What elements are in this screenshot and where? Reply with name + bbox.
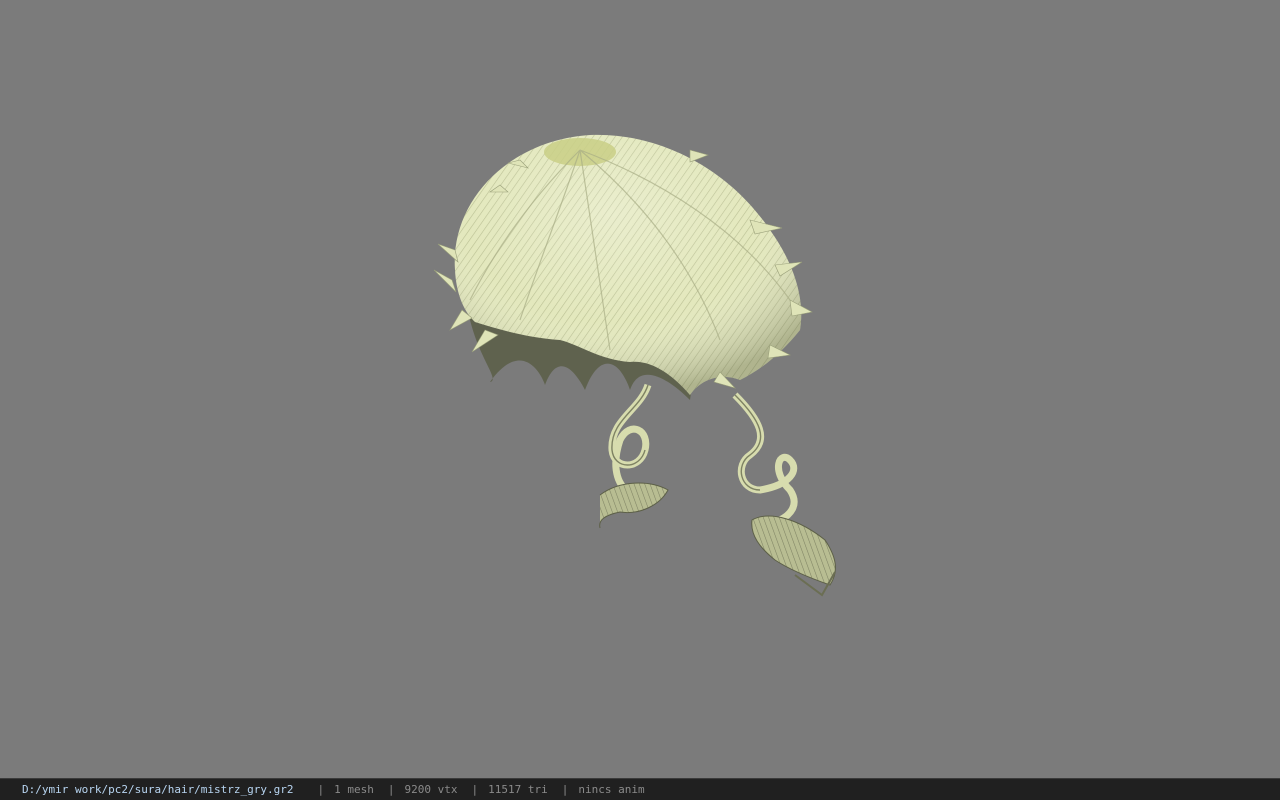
vertex-count-label: 9200 vtx	[404, 783, 458, 796]
animation-status-label: nincs anim	[578, 783, 645, 796]
hair-model-render[interactable]	[0, 0, 1280, 778]
mesh-count-label: 1 mesh	[334, 783, 374, 796]
triangle-count-label: 11517 tri	[488, 783, 548, 796]
status-bar: D:/ymir work/pc2/sura/hair/mistrz_gry.gr…	[0, 778, 1280, 800]
hair-left-curl-tip	[599, 482, 669, 529]
file-path-label: D:/ymir work/pc2/sura/hair/mistrz_gry.gr…	[22, 783, 294, 796]
hair-right-curl	[732, 392, 836, 597]
separator: |	[561, 783, 569, 796]
separator: |	[471, 783, 479, 796]
separator: |	[387, 783, 395, 796]
hair-left-curl	[599, 383, 669, 529]
3d-viewport[interactable]	[0, 0, 1280, 778]
separator: |	[317, 783, 325, 796]
hair-right-curl-tip	[751, 515, 836, 586]
hair-cap	[433, 134, 813, 400]
